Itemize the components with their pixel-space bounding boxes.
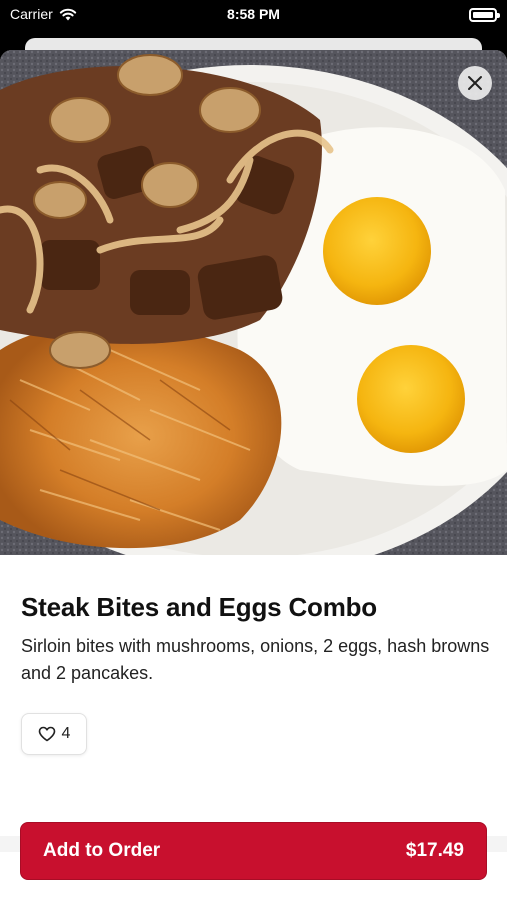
item-description: Sirloin bites with mushrooms, onions, 2 … [21,636,490,683]
like-count: 4 [61,725,71,742]
add-to-order-label: Add to Order [43,840,161,861]
close-button[interactable] [458,66,492,100]
item-detail-sheet: Steak Bites and Eggs Combo Sirloin bites… [0,50,507,900]
order-price: $17.49 [405,840,464,861]
item-title: Steak Bites and Eggs Combo [21,592,377,622]
status-time: 8:58 PM [227,6,280,22]
heart-icon [38,726,55,742]
status-bar: Carrier 8:58 PM [0,0,507,30]
battery-icon [469,8,500,22]
like-button[interactable]: 4 [21,713,87,755]
add-to-order-button[interactable]: Add to Order $17.49 [20,822,487,880]
close-icon [468,76,482,90]
item-photo [0,50,507,555]
